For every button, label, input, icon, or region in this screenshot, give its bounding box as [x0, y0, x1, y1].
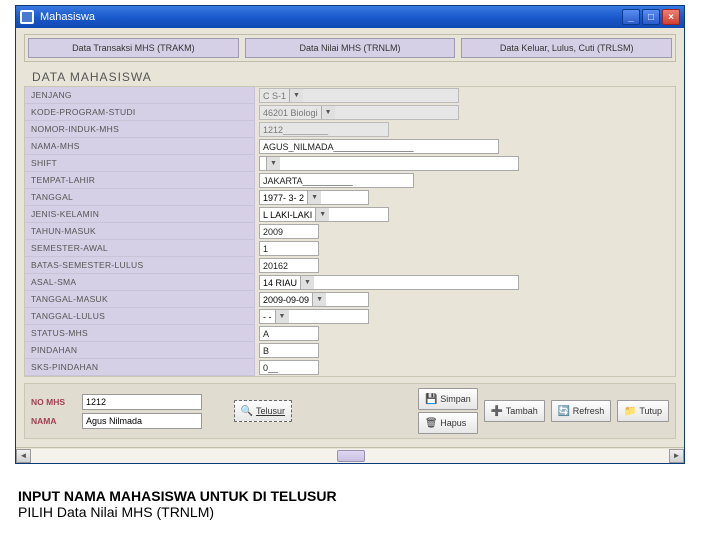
- label-jenjang: JENJANG: [25, 87, 255, 104]
- bottom-bar: NO MHS NAMA 🔍Telusur 💾Simpan 🗑Hapus ➕Tam…: [24, 383, 676, 439]
- label-batas-semester: BATAS-SEMESTER-LULUS: [25, 257, 255, 274]
- form-area: JENJANG C S-1▼ KODE-PROGRAM-STUDI 46201 Bi…: [24, 86, 676, 377]
- app-window: Mahasiswa _ □ × Data Transaksi MHS (TRAK…: [15, 5, 685, 464]
- chevron-down-icon: ▼: [289, 89, 303, 102]
- input-nim[interactable]: [259, 122, 389, 137]
- scroll-thumb[interactable]: [337, 450, 365, 462]
- refresh-icon: 🔄: [558, 405, 570, 417]
- label-tempat-lahir: TEMPAT-LAHIR: [25, 172, 255, 189]
- scroll-right-icon[interactable]: ►: [669, 449, 684, 463]
- input-nama-mhs[interactable]: [259, 139, 499, 154]
- tab-trlsm[interactable]: Data Keluar, Lulus, Cuti (TRLSM): [461, 38, 672, 58]
- chevron-down-icon: ▼: [321, 106, 335, 119]
- window-title: Mahasiswa: [40, 11, 622, 23]
- label-no-mhs: NO MHS: [31, 397, 76, 407]
- tab-trnlm[interactable]: Data Nilai MHS (TRNLM): [245, 38, 456, 58]
- chevron-down-icon: ▼: [300, 276, 314, 289]
- input-tempat-lahir[interactable]: [259, 173, 414, 188]
- input-tahun-masuk[interactable]: [259, 224, 319, 239]
- input-sks-pindahan[interactable]: [259, 360, 319, 375]
- chevron-down-icon: ▼: [275, 310, 289, 323]
- save-icon: 💾: [425, 393, 437, 405]
- label-pindahan: PINDAHAN: [25, 342, 255, 359]
- input-status-mhs[interactable]: [259, 326, 319, 341]
- titlebar: Mahasiswa _ □ ×: [16, 6, 684, 28]
- label-tgl-lulus: TANGGAL-LULUS: [25, 308, 255, 325]
- input-semester-awal[interactable]: [259, 241, 319, 256]
- select-jenjang[interactable]: C S-1▼: [259, 88, 459, 103]
- select-jk[interactable]: L LAKI-LAKI▼: [259, 207, 389, 222]
- chevron-down-icon: ▼: [266, 157, 280, 170]
- chevron-down-icon: ▼: [315, 208, 329, 221]
- select-tanggal[interactable]: 1977- 3- 2▼: [259, 190, 369, 205]
- label-sks-pindahan: SKS-PINDAHAN: [25, 359, 255, 376]
- minimize-button[interactable]: _: [622, 9, 640, 25]
- tutup-button[interactable]: 📁Tutup: [617, 400, 669, 422]
- simpan-button[interactable]: 💾Simpan: [418, 388, 478, 410]
- input-no-mhs[interactable]: [82, 394, 202, 410]
- input-nama[interactable]: [82, 413, 202, 429]
- input-batas-semester[interactable]: [259, 258, 319, 273]
- label-tgl-masuk: TANGGAL-MASUK: [25, 291, 255, 308]
- select-asal-sma[interactable]: 14 RIAU▼: [259, 275, 519, 290]
- label-tanggal: TANGGAL: [25, 189, 255, 206]
- select-kode-program[interactable]: 46201 Biologi▼: [259, 105, 459, 120]
- label-nama: NAMA: [31, 416, 76, 426]
- tab-bar: Data Transaksi MHS (TRAKM) Data Nilai MH…: [24, 34, 676, 62]
- delete-icon: 🗑: [425, 417, 437, 429]
- section-title: DATA MAHASISWA: [32, 70, 676, 84]
- refresh-button[interactable]: 🔄Refresh: [551, 400, 612, 422]
- search-icon: 🔍: [241, 405, 253, 417]
- hapus-button[interactable]: 🗑Hapus: [418, 412, 478, 434]
- select-tgl-lulus[interactable]: - -▼: [259, 309, 369, 324]
- caption-text: INPUT NAMA MAHASISWA UNTUK DI TELUSUR PI…: [18, 488, 337, 520]
- select-tgl-masuk[interactable]: 2009-09-09▼: [259, 292, 369, 307]
- app-icon: [20, 10, 34, 24]
- add-icon: ➕: [491, 405, 503, 417]
- select-shift[interactable]: ▼: [259, 156, 519, 171]
- label-nim: NOMOR-INDUK-MHS: [25, 121, 255, 138]
- input-pindahan[interactable]: [259, 343, 319, 358]
- label-asal-sma: ASAL-SMA: [25, 274, 255, 291]
- close-button[interactable]: ×: [662, 9, 680, 25]
- chevron-down-icon: ▼: [307, 191, 321, 204]
- label-kode-program: KODE-PROGRAM-STUDI: [25, 104, 255, 121]
- tab-trakm[interactable]: Data Transaksi MHS (TRAKM): [28, 38, 239, 58]
- horizontal-scrollbar[interactable]: ◄ ►: [16, 447, 684, 463]
- label-tahun-masuk: TAHUN-MASUK: [25, 223, 255, 240]
- label-status-mhs: STATUS-MHS: [25, 325, 255, 342]
- scroll-left-icon[interactable]: ◄: [16, 449, 31, 463]
- label-semester-awal: SEMESTER-AWAL: [25, 240, 255, 257]
- chevron-down-icon: ▼: [312, 293, 326, 306]
- maximize-button[interactable]: □: [642, 9, 660, 25]
- label-nama-mhs: NAMA-MHS: [25, 138, 255, 155]
- telusur-button[interactable]: 🔍Telusur: [234, 400, 292, 422]
- label-shift: SHIFT: [25, 155, 255, 172]
- close-icon: 📁: [624, 405, 636, 417]
- tambah-button[interactable]: ➕Tambah: [484, 400, 545, 422]
- label-jk: JENIS-KELAMIN: [25, 206, 255, 223]
